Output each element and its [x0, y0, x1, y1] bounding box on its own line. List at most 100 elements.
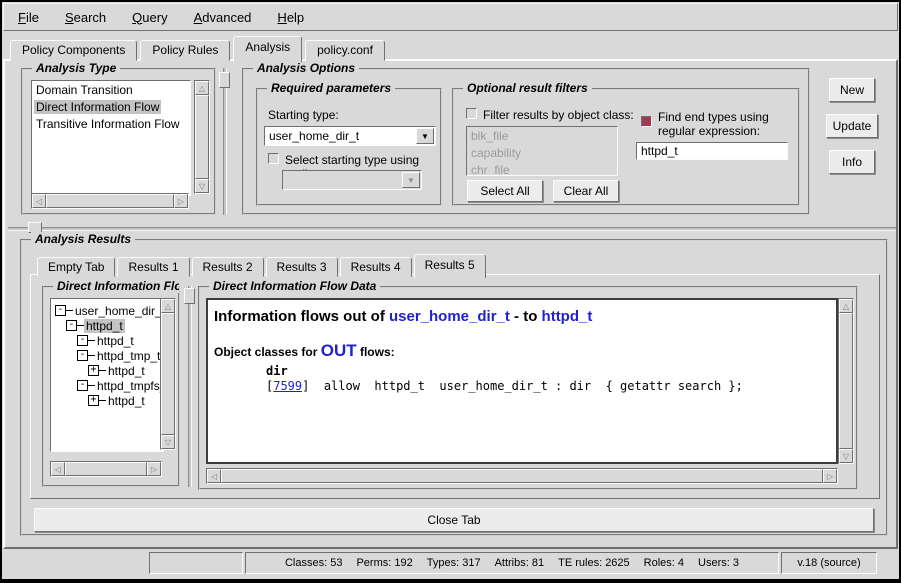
scrollbar-thumb[interactable] [161, 313, 175, 435]
scroll-up-icon[interactable]: △ [839, 299, 853, 313]
menu-search[interactable]: Search [65, 10, 106, 25]
tree-node[interactable]: - user_home_dir_t [55, 303, 164, 318]
tree-node[interactable]: - httpd_tmp_t [77, 348, 162, 363]
tree-expander-icon[interactable]: - [55, 305, 66, 316]
tree-node-label[interactable]: httpd_t [106, 394, 147, 408]
dropdown-arrow-icon[interactable]: ▼ [416, 128, 434, 144]
scrollbar-thumb[interactable] [46, 194, 174, 208]
scrollbar-thumb[interactable] [65, 462, 147, 476]
tree-expander-icon[interactable]: - [77, 380, 88, 391]
scrollbar-thumb[interactable] [839, 313, 853, 449]
clear-all-button[interactable]: Clear All [553, 180, 619, 202]
tree-node-label[interactable]: httpd_t [95, 334, 136, 348]
analysis-type-hscrollbar[interactable]: ◁ ▷ [31, 193, 189, 209]
regex-input[interactable]: httpd_t [636, 142, 788, 160]
tree-connector [88, 355, 95, 356]
tree-node-label[interactable]: httpd_t [84, 319, 125, 333]
scrollbar-thumb[interactable] [195, 95, 209, 179]
vertical-sash[interactable] [188, 286, 192, 487]
list-item[interactable]: chr_file [467, 161, 617, 176]
scroll-left-icon[interactable]: ◁ [207, 469, 221, 483]
list-item[interactable]: Direct Information Flow [32, 98, 190, 115]
starting-type-value: user_home_dir_t [269, 129, 359, 143]
scroll-up-icon[interactable]: △ [161, 299, 175, 313]
tab-policy-components[interactable]: Policy Components [10, 40, 137, 61]
horizontal-sash[interactable] [8, 227, 896, 231]
dropdown-arrow-icon[interactable]: ▼ [402, 172, 420, 188]
info-button[interactable]: Info [829, 150, 875, 174]
filter-object-class-checkbox[interactable] [466, 108, 477, 119]
scroll-down-icon[interactable]: ▽ [161, 435, 175, 449]
regex-checkbox[interactable] [641, 116, 652, 127]
app-window: File Search Query Advanced Help Policy C… [0, 0, 901, 583]
tab-analysis[interactable]: Analysis [233, 36, 302, 63]
tab-results-5[interactable]: Results 5 [414, 254, 486, 279]
tab-policy-conf[interactable]: policy.conf [305, 40, 385, 61]
flow-data-title: Direct Information Flow Data [209, 279, 380, 293]
list-item[interactable]: Domain Transition [32, 81, 190, 98]
flow-data-hscrollbar[interactable]: ◁ ▷ [206, 468, 838, 484]
tree-node[interactable]: - httpd_t [77, 333, 136, 348]
update-button[interactable]: Update [826, 114, 878, 138]
tab-results-1[interactable]: Results 1 [117, 257, 189, 277]
scroll-right-icon[interactable]: ▷ [174, 194, 188, 208]
object-class-list[interactable]: blk_file capability chr_file [466, 126, 618, 176]
tree-expander-icon[interactable]: - [77, 350, 88, 361]
main-tab-bar: Policy Components Policy Rules Analysis … [10, 36, 388, 61]
scroll-right-icon[interactable]: ▷ [823, 469, 837, 483]
scroll-left-icon[interactable]: ◁ [32, 194, 46, 208]
tab-policy-rules[interactable]: Policy Rules [140, 40, 230, 61]
close-tab-button[interactable]: Close Tab [34, 508, 874, 532]
tree-node[interactable]: - httpd_t [66, 318, 125, 333]
menu-help[interactable]: Help [277, 10, 304, 25]
scrollbar-thumb[interactable] [221, 469, 823, 483]
scroll-down-icon[interactable]: ▽ [195, 179, 209, 193]
scroll-down-icon[interactable]: ▽ [839, 449, 853, 463]
tree-node-label[interactable]: httpd_t [106, 364, 147, 378]
tree-node[interactable]: - httpd_tmpfs_t [77, 378, 164, 393]
attrib-checkbox[interactable] [268, 153, 279, 164]
menu-advanced[interactable]: Advanced [194, 10, 252, 25]
tree-expander-icon[interactable]: + [88, 365, 99, 376]
tree-expander-icon[interactable]: + [88, 395, 99, 406]
tree-node[interactable]: + httpd_t [88, 393, 147, 408]
tree-node[interactable]: + httpd_t [88, 363, 147, 378]
analysis-options-title: Analysis Options [253, 61, 359, 75]
tree-expander-icon[interactable]: - [77, 335, 88, 346]
analysis-type-list[interactable]: Domain Transition Direct Information Flo… [31, 80, 191, 196]
sash-handle[interactable] [184, 288, 195, 304]
starting-type-combobox[interactable]: user_home_dir_t ▼ [264, 126, 436, 146]
flow-data-vscrollbar[interactable]: △ ▽ [838, 298, 854, 464]
select-all-button[interactable]: Select All [467, 180, 543, 202]
list-item[interactable]: Transitive Information Flow [32, 115, 190, 132]
tab-results-4[interactable]: Results 4 [340, 257, 412, 277]
list-item[interactable]: capability [467, 144, 617, 161]
tree-connector [77, 325, 84, 326]
version-text: v.18 (source) [797, 557, 860, 569]
flow-tree-hscrollbar[interactable]: ◁ ▷ [50, 461, 162, 477]
scroll-up-icon[interactable]: △ [195, 81, 209, 95]
flow-header: Information flows out of user_home_dir_t… [214, 308, 830, 325]
flow-tree[interactable]: - user_home_dir_t - httpd_t - httpd_t - … [50, 298, 164, 452]
tab-results-2[interactable]: Results 2 [192, 257, 264, 277]
tree-node-label[interactable]: httpd_tmpfs_t [95, 379, 164, 393]
tree-connector [88, 340, 95, 341]
tree-expander-icon[interactable]: - [66, 320, 77, 331]
vertical-sash[interactable] [223, 68, 227, 215]
tab-results-3[interactable]: Results 3 [266, 257, 338, 277]
menu-file[interactable]: File [18, 10, 39, 25]
menu-query[interactable]: Query [132, 10, 167, 25]
tree-node-label[interactable]: user_home_dir_t [73, 304, 164, 318]
status-empty-cell [149, 552, 243, 574]
attrib-combobox[interactable]: ▼ [282, 170, 422, 190]
rule-number-link[interactable]: 7599 [273, 379, 302, 393]
tab-empty-tab[interactable]: Empty Tab [37, 257, 115, 277]
new-button[interactable]: New [829, 78, 875, 102]
sash-handle[interactable] [219, 72, 230, 88]
scroll-left-icon[interactable]: ◁ [51, 462, 65, 476]
analysis-type-vscrollbar[interactable]: △ ▽ [194, 80, 210, 194]
tree-node-label[interactable]: httpd_tmp_t [95, 349, 162, 363]
flow-tree-vscrollbar[interactable]: △ ▽ [160, 298, 176, 450]
list-item[interactable]: blk_file [467, 127, 617, 144]
scroll-right-icon[interactable]: ▷ [147, 462, 161, 476]
